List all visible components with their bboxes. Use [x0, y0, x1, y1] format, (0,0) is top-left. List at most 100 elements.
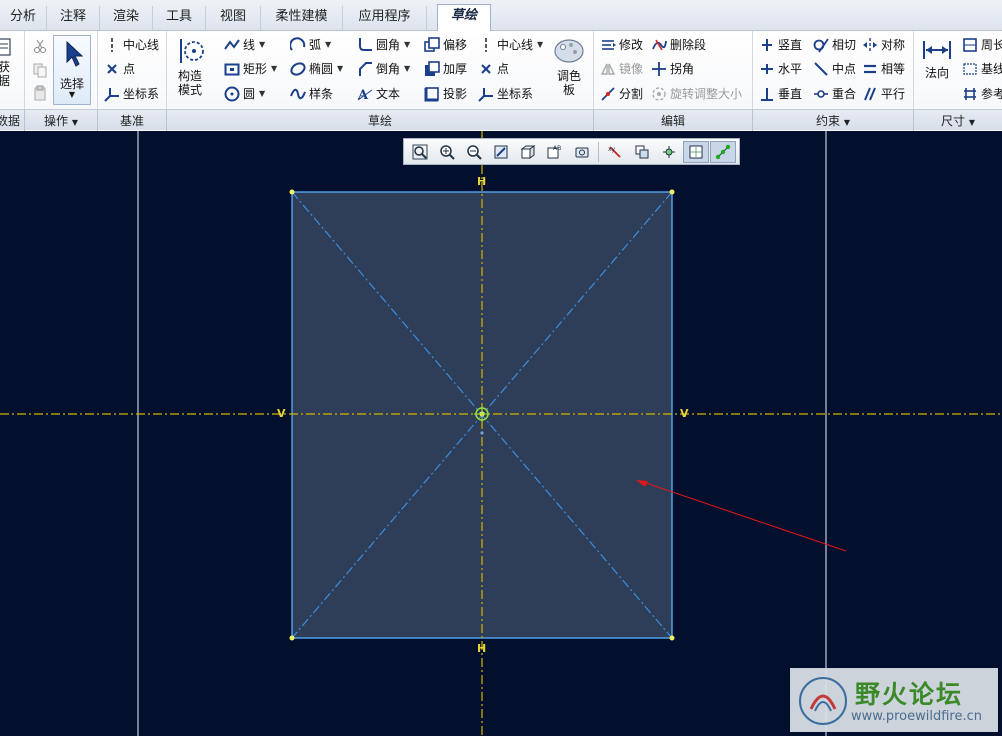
- sketch-project[interactable]: 投影: [424, 84, 467, 104]
- dimension-perimeter[interactable]: 周长: [962, 35, 1002, 55]
- centerline-icon: [111, 38, 113, 52]
- vertical-constraint-marker-right[interactable]: V: [680, 407, 689, 420]
- tab-annotate[interactable]: 注释: [47, 6, 100, 30]
- centerline-dropdown-icon[interactable]: ▼: [537, 35, 543, 55]
- constraint-tangent[interactable]: 相切: [813, 35, 856, 55]
- datum-csys-label: 坐标系: [123, 87, 160, 101]
- palette-icon: [554, 39, 584, 63]
- vertex-display-icon[interactable]: [710, 140, 736, 163]
- tab-applications[interactable]: 应用程序: [343, 6, 427, 30]
- sketch-view-icon[interactable]: [569, 141, 595, 163]
- constraint-equal-label: 相等: [881, 62, 906, 76]
- paste-icon[interactable]: [32, 85, 48, 101]
- edit-mirror[interactable]: 镜像: [600, 59, 643, 79]
- dimension-reference[interactable]: 参考: [962, 84, 1002, 104]
- perpendicular-icon: [761, 88, 773, 101]
- grid-display-icon[interactable]: [683, 140, 709, 163]
- sketch-offset[interactable]: 偏移: [424, 35, 467, 55]
- datum-centerline[interactable]: 中心线: [104, 35, 159, 55]
- saved-view-icon[interactable]: AB: [542, 141, 568, 163]
- horizontal-constraint-marker-top[interactable]: H: [477, 175, 486, 188]
- rectangle-icon: [224, 63, 240, 76]
- group-label-constraint[interactable]: 约束 ▼: [753, 112, 913, 129]
- group-label-operations[interactable]: 操作 ▼: [26, 112, 96, 129]
- vertex-bottom-left[interactable]: [289, 635, 295, 641]
- sketch-rectangle[interactable]: 矩形 ▼: [224, 59, 277, 79]
- chamfer-dropdown-icon[interactable]: ▼: [404, 59, 410, 79]
- circle-dropdown-icon[interactable]: ▼: [259, 84, 265, 104]
- sketch-arc[interactable]: 弧 ▼: [290, 35, 331, 55]
- edit-modify[interactable]: 修改: [600, 35, 643, 55]
- zoom-out-icon[interactable]: [461, 141, 487, 163]
- horizontal-constraint-marker-bottom[interactable]: H: [477, 642, 486, 655]
- tab-view[interactable]: 视图: [206, 6, 261, 30]
- constraint-perpendicular[interactable]: 垂直: [759, 84, 802, 104]
- arc-dropdown-icon[interactable]: ▼: [325, 35, 331, 55]
- vertical-constraint-marker-left[interactable]: V: [277, 407, 286, 420]
- edit-rotate-resize[interactable]: 旋转调整大小: [651, 84, 742, 104]
- construction-mode-label-2: 模式: [177, 83, 202, 97]
- datum-point[interactable]: 点: [104, 59, 135, 79]
- edit-rotate-resize-label: 旋转调整大小: [670, 87, 743, 101]
- tab-sketch[interactable]: 草绘: [437, 4, 491, 32]
- sketch-point[interactable]: 点: [478, 59, 509, 79]
- edit-delete-segment[interactable]: 删除段: [651, 35, 706, 55]
- constraint-display-icon[interactable]: [656, 141, 682, 163]
- copy-icon[interactable]: [32, 62, 48, 78]
- constraint-symmetric[interactable]: 对称: [862, 35, 905, 55]
- datum-display-icon[interactable]: xy: [602, 141, 628, 163]
- sketch-thicken[interactable]: 加厚: [424, 59, 467, 79]
- sketch-chamfer[interactable]: 倒角 ▼: [357, 59, 410, 79]
- construction-mode-button[interactable]: 构造 模式: [170, 36, 210, 97]
- fillet-dropdown-icon[interactable]: ▼: [404, 35, 410, 55]
- group-label-data[interactable]: 数据: [0, 112, 24, 129]
- sketch-csys[interactable]: 坐标系: [478, 84, 533, 104]
- symmetric-icon: [863, 38, 877, 52]
- vertex-top-right[interactable]: [669, 189, 675, 195]
- tab-flexible-modeling[interactable]: 柔性建模: [261, 6, 343, 30]
- normal-dimension-button[interactable]: 法向: [918, 37, 956, 80]
- get-data-button[interactable]: 获 据: [0, 37, 14, 88]
- sketch-fillet[interactable]: 圆角 ▼: [357, 35, 410, 55]
- zoom-fit-icon[interactable]: [407, 141, 433, 163]
- constraint-midpoint-label: 中点: [832, 62, 857, 76]
- sketch-spline[interactable]: 样条: [290, 84, 333, 104]
- thicken-icon: [425, 61, 440, 76]
- sketch-circle[interactable]: 圆 ▼: [224, 84, 265, 104]
- vertex-top-left[interactable]: [289, 189, 295, 195]
- cut-icon[interactable]: [32, 38, 48, 54]
- sketch-ellipse-label: 椭圆: [309, 62, 334, 76]
- select-dropdown-icon[interactable]: ▼: [54, 90, 90, 99]
- tab-analysis[interactable]: 分析: [0, 6, 47, 30]
- sketch-centerline[interactable]: 中心线 ▼: [478, 35, 543, 55]
- rectangle-dropdown-icon[interactable]: ▼: [271, 59, 277, 79]
- sketch-ellipse[interactable]: 椭圆 ▼: [290, 59, 343, 79]
- tab-tools[interactable]: 工具: [153, 6, 206, 30]
- dimension-baseline[interactable]: 基线: [962, 59, 1002, 79]
- constraint-parallel[interactable]: 平行: [862, 84, 905, 104]
- constraint-horizontal[interactable]: 水平: [759, 59, 802, 79]
- line-dropdown-icon[interactable]: ▼: [259, 35, 265, 55]
- ellipse-dropdown-icon[interactable]: ▼: [337, 59, 343, 79]
- sketch-text[interactable]: A 文本: [357, 84, 400, 104]
- constraint-vertical-label: 竖直: [778, 38, 803, 52]
- dimension-display-icon[interactable]: [629, 141, 655, 163]
- constraint-midpoint[interactable]: 中点: [813, 59, 856, 79]
- group-label-dimension[interactable]: 尺寸 ▼: [914, 112, 1002, 129]
- datum-csys[interactable]: 坐标系: [104, 84, 159, 104]
- vertex-bottom-right[interactable]: [669, 635, 675, 641]
- palette-button[interactable]: 调色 板: [551, 36, 587, 97]
- select-button[interactable]: 选择 ▼: [53, 35, 91, 105]
- constraint-coincident[interactable]: 重合: [813, 84, 856, 104]
- repaint-icon[interactable]: [488, 141, 514, 163]
- edit-corner[interactable]: 拐角: [651, 59, 694, 79]
- sketch-line[interactable]: 线 ▼: [224, 35, 265, 55]
- zoom-in-icon[interactable]: [434, 141, 460, 163]
- graphics-canvas[interactable]: H H V V AB xy 野火论坛 www.proewildfire.cn: [0, 131, 1002, 736]
- constraint-vertical[interactable]: 竖直: [759, 35, 802, 55]
- display-style-icon[interactable]: [515, 141, 541, 163]
- tab-render[interactable]: 渲染: [100, 6, 153, 30]
- edit-divide[interactable]: 分割: [600, 84, 643, 104]
- constraint-equal[interactable]: 相等: [862, 59, 905, 79]
- spline-icon: [290, 88, 306, 100]
